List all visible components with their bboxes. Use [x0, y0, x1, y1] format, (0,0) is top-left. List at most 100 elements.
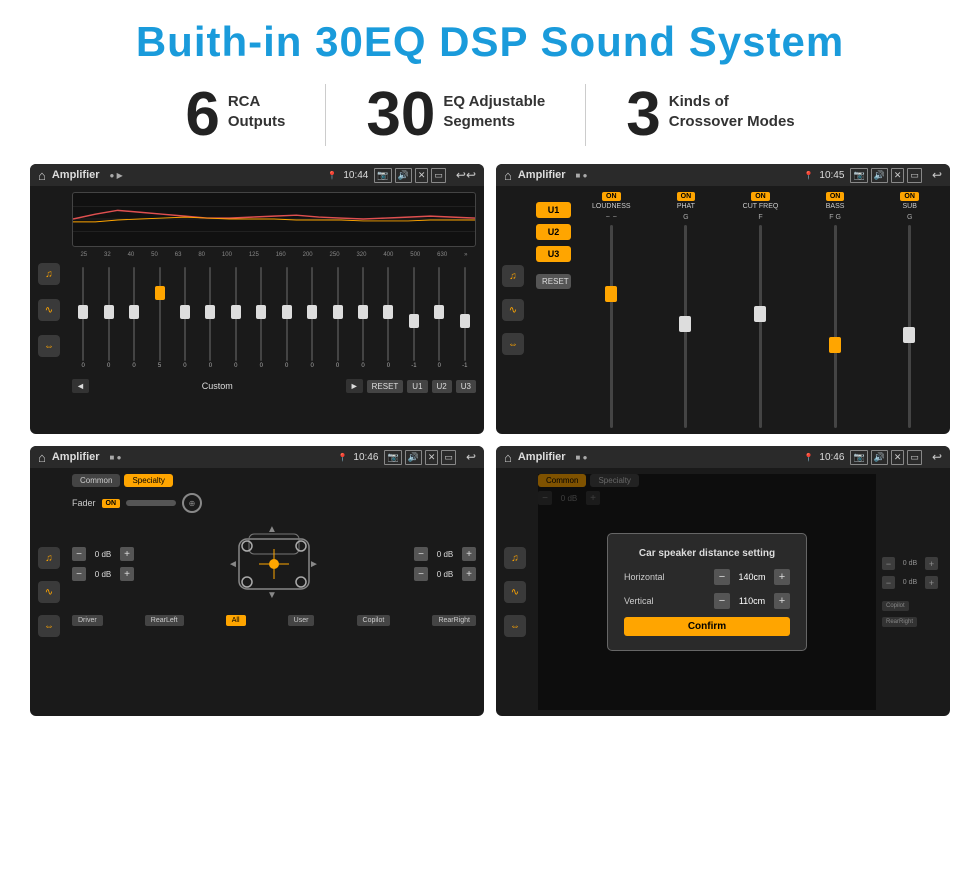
- amp-cutfreq-slider[interactable]: [759, 225, 762, 428]
- eq-u2-btn[interactable]: U2: [432, 380, 452, 393]
- eq-slider-11[interactable]: 0: [326, 267, 348, 369]
- eq-slider-13[interactable]: 0: [377, 267, 399, 369]
- cross-fr-plus[interactable]: +: [462, 547, 476, 561]
- cross-sidebar-expand-icon[interactable]: ⇔: [38, 615, 60, 637]
- amp-loudness-on[interactable]: ON: [602, 192, 621, 201]
- cross-fader-slider[interactable]: [126, 500, 176, 506]
- cross-content: ♫ ∿ ⇔ Common Specialty Fader ON: [30, 468, 484, 716]
- dialog-home-icon[interactable]: [504, 450, 512, 465]
- eq-slider-15[interactable]: 0: [428, 267, 450, 369]
- cross-rr-minus[interactable]: −: [414, 567, 428, 581]
- cross-main: Common Specialty Fader ON ⊕: [72, 474, 476, 710]
- cross-tab-specialty[interactable]: Specialty: [124, 474, 172, 487]
- amp-u-buttons: U1 U2 U3 RESET: [536, 192, 571, 428]
- amp-u2-btn[interactable]: U2: [536, 224, 571, 240]
- eq-slider-8[interactable]: 0: [250, 267, 272, 369]
- eq-u3-btn[interactable]: U3: [456, 380, 476, 393]
- amp-sidebar-expand-icon[interactable]: ⇔: [502, 333, 524, 355]
- dialog-sidebar-expand-icon[interactable]: ⇔: [504, 615, 526, 637]
- eq-next-btn[interactable]: ►: [346, 379, 363, 393]
- amp-bass-on[interactable]: ON: [826, 192, 845, 201]
- amp-u3-btn[interactable]: U3: [536, 246, 571, 262]
- eq-sidebar-wave-icon[interactable]: ∿: [38, 299, 60, 321]
- amp-bass-slider[interactable]: [834, 225, 837, 428]
- amp-sub-slider[interactable]: [908, 225, 911, 428]
- modal-vertical-minus[interactable]: −: [714, 593, 730, 609]
- eq-slider-3[interactable]: 0: [123, 267, 145, 369]
- eq-slider-12[interactable]: 0: [352, 267, 374, 369]
- eq-slider-14[interactable]: -1: [403, 267, 425, 369]
- eq-slider-6[interactable]: 0: [199, 267, 221, 369]
- amp-sidebar-wave-icon[interactable]: ∿: [502, 299, 524, 321]
- amp-sidebar-eq-icon[interactable]: ♫: [502, 265, 524, 287]
- dialog-main: Common Specialty − 0 dB +: [538, 474, 876, 710]
- page-title: Buith-in 30EQ DSP Sound System: [30, 18, 950, 66]
- cross-camera-icon: 📷: [384, 450, 401, 465]
- amp-phat-slider[interactable]: [684, 225, 687, 428]
- cross-fl-minus[interactable]: −: [72, 547, 86, 561]
- cross-rr-plus[interactable]: +: [462, 567, 476, 581]
- eq-sidebar-eq-icon[interactable]: ♫: [38, 263, 60, 285]
- cross-fl-plus[interactable]: +: [120, 547, 134, 561]
- eq-home-icon[interactable]: [38, 168, 46, 183]
- cross-all-btn[interactable]: All: [226, 615, 246, 626]
- amp-reset-btn[interactable]: RESET: [536, 274, 571, 289]
- eq-slider-4[interactable]: 5: [148, 267, 170, 369]
- modal-vertical-plus[interactable]: +: [774, 593, 790, 609]
- dialog-sidebar-wave-icon[interactable]: ∿: [504, 581, 526, 603]
- cross-fader-knob[interactable]: ⊕: [182, 493, 202, 513]
- amp-dots: ■ ●: [576, 171, 588, 180]
- eq-custom-label: Custom: [93, 381, 342, 391]
- cross-fader-on[interactable]: ON: [102, 499, 121, 508]
- amp-loudness-slider[interactable]: [610, 225, 613, 428]
- amp-phat-on[interactable]: ON: [677, 192, 696, 201]
- dialog-time: 10:46: [819, 452, 844, 463]
- cross-rearright-btn[interactable]: RearRight: [432, 615, 476, 626]
- cross-right-vol-col: − 0 dB + − 0 dB +: [414, 547, 476, 581]
- eq-prev-btn[interactable]: ◄: [72, 379, 89, 393]
- eq-slider-7[interactable]: 0: [225, 267, 247, 369]
- eq-slider-10[interactable]: 0: [301, 267, 323, 369]
- cross-sidebar-eq-icon[interactable]: ♫: [38, 547, 60, 569]
- cross-rl-plus[interactable]: +: [120, 567, 134, 581]
- dialog-sidebar-eq-icon[interactable]: ♫: [504, 547, 526, 569]
- cross-rearleft-btn[interactable]: RearLeft: [145, 615, 184, 626]
- cross-sidebar-wave-icon[interactable]: ∿: [38, 581, 60, 603]
- screens-grid: Amplifier ● ▶ 📍 10:44 📷 🔊 ✕ ▭ ↩ ♫ ∿ ⇔: [30, 164, 950, 716]
- eq-slider-9[interactable]: 0: [276, 267, 298, 369]
- amp-cutfreq-on[interactable]: ON: [751, 192, 770, 201]
- eq-camera-icon: 📷: [374, 168, 391, 183]
- cross-tab-common[interactable]: Common: [72, 474, 120, 487]
- amp-title: Amplifier: [518, 169, 566, 181]
- eq-slider-5[interactable]: 0: [174, 267, 196, 369]
- modal-title: Car speaker distance setting: [624, 548, 790, 559]
- amp-home-icon[interactable]: [504, 168, 512, 183]
- dialog-back-icon[interactable]: ↩: [932, 450, 942, 464]
- cross-back-icon[interactable]: ↩: [466, 450, 476, 464]
- eq-sidebar-expand-icon[interactable]: ⇔: [38, 335, 60, 357]
- cross-rl-minus[interactable]: −: [72, 567, 86, 581]
- amp-sub-on[interactable]: ON: [900, 192, 919, 201]
- amp-back-icon[interactable]: ↩: [932, 168, 942, 182]
- cross-tabs: Common Specialty: [72, 474, 476, 487]
- eq-freq-labels: 25 32 40 50 63 80 100 125 160 200 250 32…: [72, 251, 476, 259]
- dialog-x-icon: ✕: [891, 450, 905, 465]
- cross-home-icon[interactable]: [38, 450, 46, 465]
- modal-horizontal-plus[interactable]: +: [774, 569, 790, 585]
- eq-sliders-row: 0 0 0 5: [72, 263, 476, 373]
- eq-back-icon[interactable]: ↩: [456, 168, 476, 182]
- eq-reset-btn[interactable]: RESET: [367, 380, 404, 393]
- amp-u1-btn[interactable]: U1: [536, 202, 571, 218]
- eq-slider-2[interactable]: 0: [97, 267, 119, 369]
- eq-u1-btn[interactable]: U1: [407, 380, 427, 393]
- modal-horizontal-minus[interactable]: −: [714, 569, 730, 585]
- eq-slider-16[interactable]: -1: [454, 267, 476, 369]
- cross-title: Amplifier: [52, 451, 100, 463]
- eq-slider-1[interactable]: 0: [72, 267, 94, 369]
- stat-eq-label: EQ Adjustable Segments: [443, 92, 545, 131]
- cross-user-btn[interactable]: User: [288, 615, 315, 626]
- cross-copilot-btn[interactable]: Copilot: [357, 615, 391, 626]
- cross-driver-btn[interactable]: Driver: [72, 615, 103, 626]
- cross-fr-minus[interactable]: −: [414, 547, 428, 561]
- modal-confirm-btn[interactable]: Confirm: [624, 617, 790, 636]
